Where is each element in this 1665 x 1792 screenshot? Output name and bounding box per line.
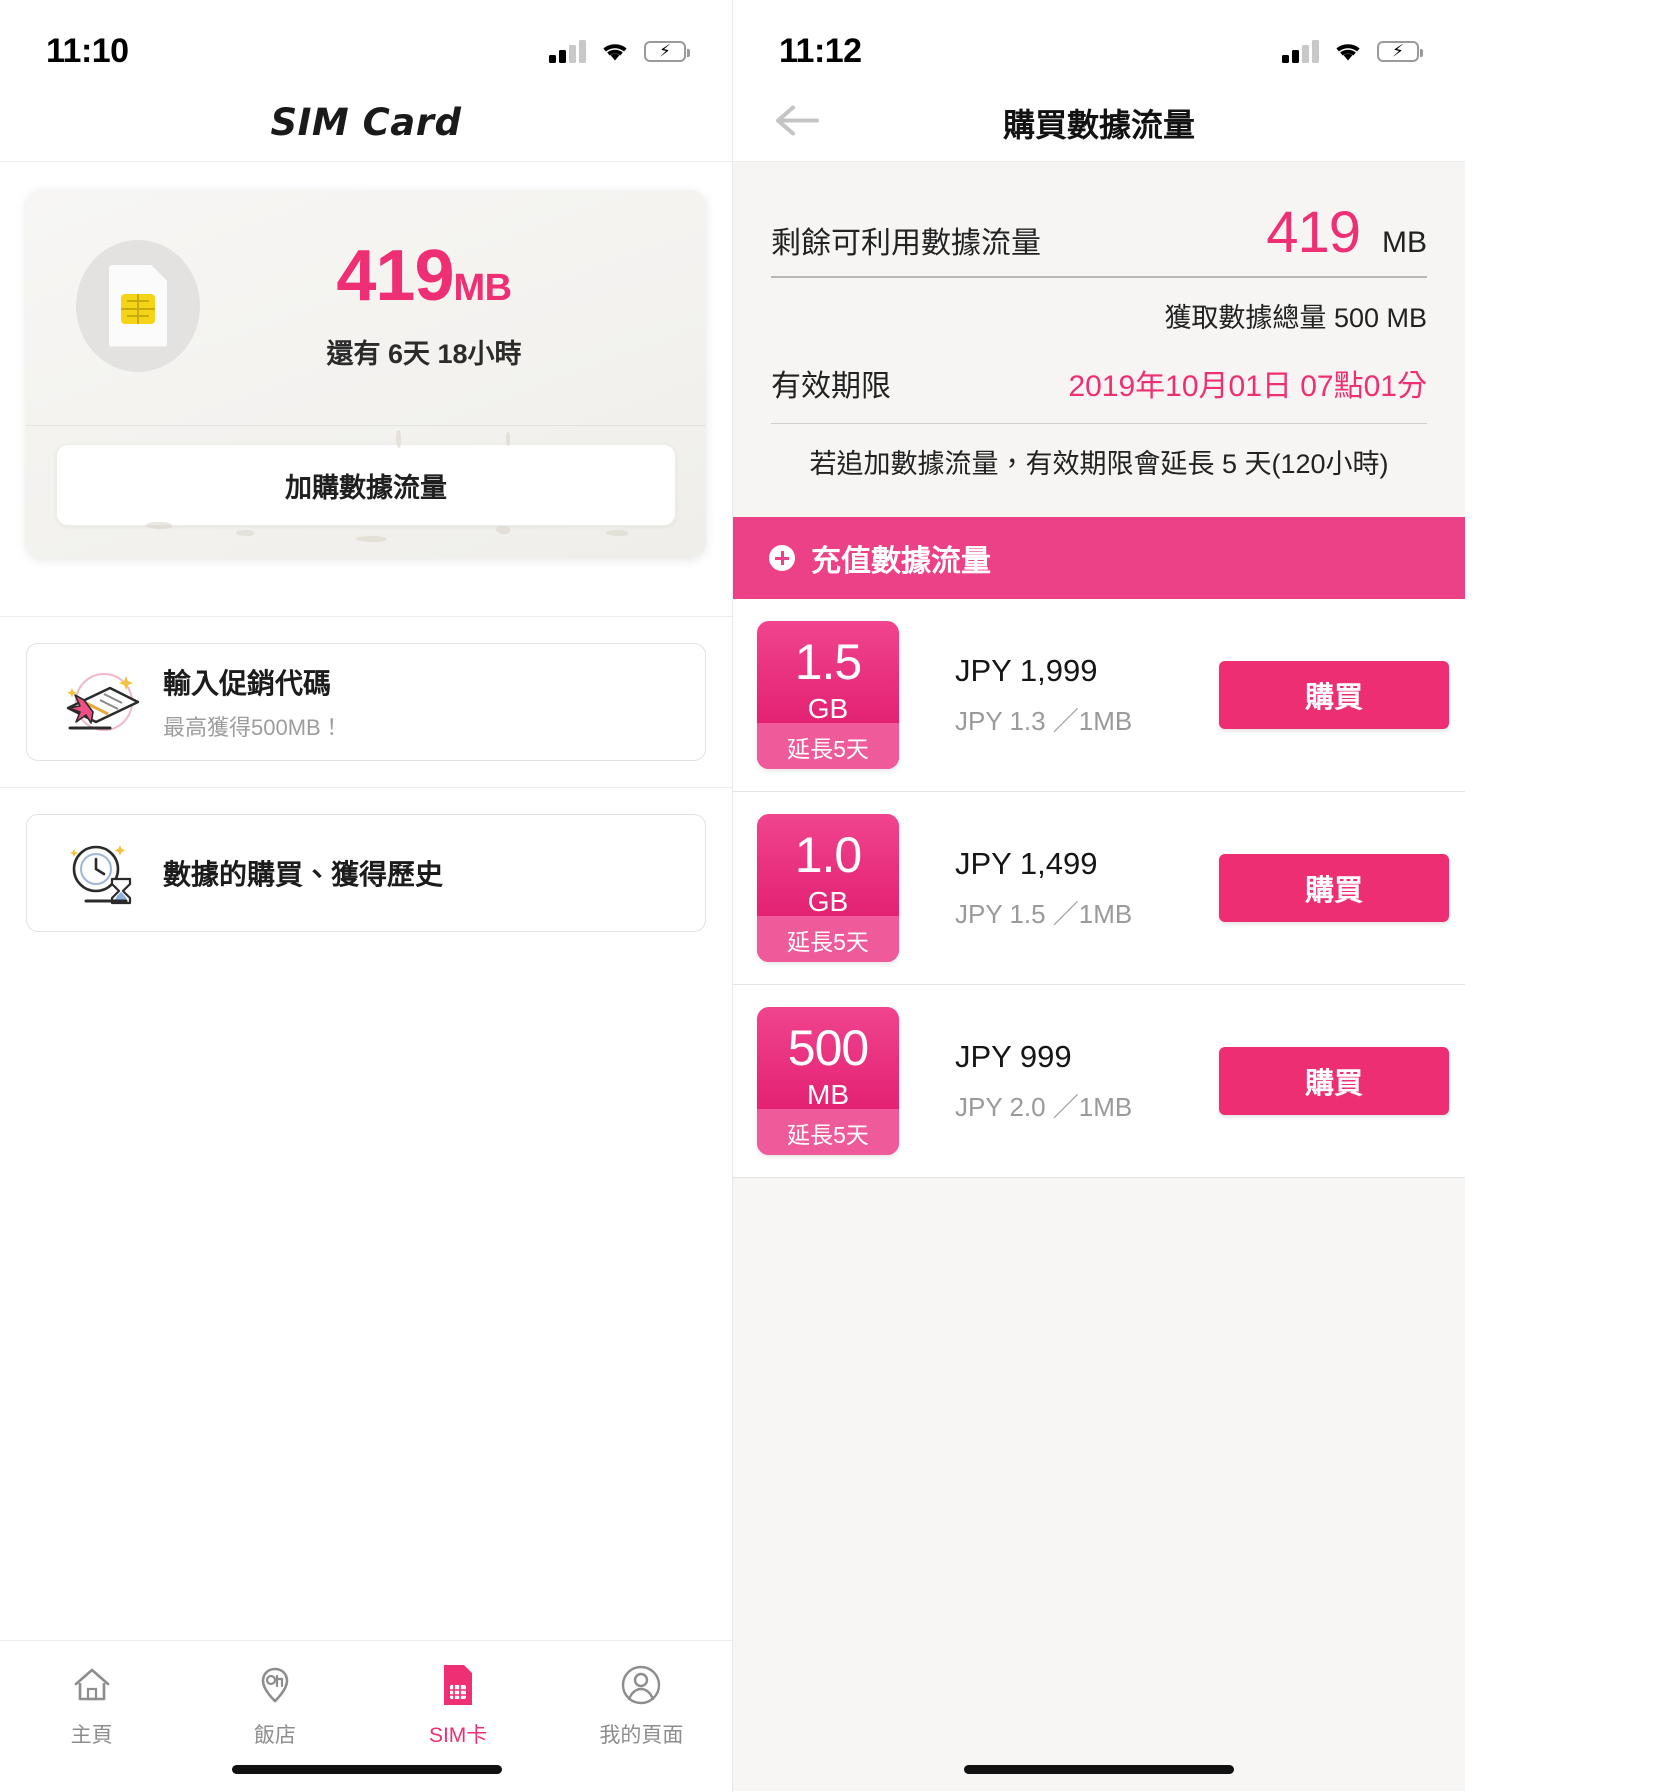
data-readout: 419MB 還有 6天 18小時 xyxy=(200,240,670,371)
battery-charging-icon: ⚡ xyxy=(644,40,690,62)
battery-charging-icon: ⚡ xyxy=(1377,40,1423,62)
page-title: SIM Card xyxy=(270,101,462,144)
cellular-signal-icon xyxy=(1282,39,1319,63)
wifi-icon xyxy=(600,40,630,62)
status-time: 11:12 xyxy=(779,31,862,70)
plan-price-block: JPY 999 JPY 2.0 ／1MB xyxy=(899,1039,1219,1124)
tab-sim-label: SIM卡 xyxy=(428,1724,488,1747)
person-circle-icon xyxy=(620,1663,662,1707)
promo-code-text: 輸入促銷代碼 最高獲得500MB！ xyxy=(163,662,343,742)
status-icons: ⚡ xyxy=(549,39,690,63)
add-data-zone: 加購數據流量 xyxy=(26,426,706,558)
plan-price: JPY 999 xyxy=(955,1038,1072,1074)
buy-data-body: 剩餘可利用數據流量 419 MB 獲取數據總量 500 MB 有效期限 2019… xyxy=(733,162,1465,1791)
plan-row[interactable]: 500 MB 延長5天 JPY 999 JPY 2.0 ／1MB 購買 xyxy=(733,985,1465,1178)
empty-area xyxy=(733,1178,1465,1791)
remaining-value: 419 xyxy=(1266,200,1361,265)
clock-hourglass-icon xyxy=(57,835,149,911)
plan-price-block: JPY 1,999 JPY 1.3 ／1MB xyxy=(899,653,1219,738)
nav-bar-right: 購買數據流量 xyxy=(733,84,1465,162)
plan-rate: JPY 1.3 ／1MB xyxy=(955,705,1133,736)
cellular-signal-icon xyxy=(549,39,586,63)
status-bar-right: 11:12 ⚡ xyxy=(733,0,1465,84)
promo-code-section: 輸入促銷代碼 最高獲得500MB！ xyxy=(0,617,732,787)
dual-screenshot: 11:10 ⚡ SIM Card 419MB 還有 6天 18小時 加購數據流量… xyxy=(0,0,1665,1792)
remaining-row: 剩餘可利用數據流量 419 MB xyxy=(771,188,1427,276)
promo-code-title: 輸入促銷代碼 xyxy=(163,668,332,699)
plan-extend-label: 延長5天 xyxy=(757,1109,899,1155)
buy-data-screen: 11:12 ⚡ 購買數據流量 剩餘可利用數據流量 419 MB 獲取數據總量 5… xyxy=(733,0,1665,1792)
tab-mypage-label: 我的頁面 xyxy=(599,1724,684,1747)
plan-price-block: JPY 1,499 JPY 1.5 ／1MB xyxy=(899,846,1219,931)
add-data-button[interactable]: 加購數據流量 xyxy=(56,444,676,526)
remaining-data-value: 419 xyxy=(336,236,454,316)
tab-home[interactable]: 主頁 xyxy=(0,1641,183,1792)
status-bar-left: 11:10 ⚡ xyxy=(0,0,732,84)
tab-home-label: 主頁 xyxy=(70,1724,113,1747)
sim-card-section: 419MB 還有 6天 18小時 加購數據流量 xyxy=(0,162,732,558)
remaining-amount: 419 MB xyxy=(1266,204,1427,262)
buy-button[interactable]: 購買 xyxy=(1219,661,1449,729)
sim-card-icon xyxy=(76,239,200,372)
history-text: 數據的購買、獲得歷史 xyxy=(163,853,443,893)
expiry-row: 有效期限 2019年10月01日 07點01分 xyxy=(771,355,1427,423)
spacer-1 xyxy=(0,558,732,616)
plus-circle-icon xyxy=(769,545,795,571)
remaining-unit: MB xyxy=(1382,226,1427,259)
remaining-data: 419MB xyxy=(200,240,648,312)
buy-button[interactable]: 購買 xyxy=(1219,1047,1449,1115)
hotel-pin-icon xyxy=(255,1663,295,1707)
expiry-value: 2019年10月01日 07點01分 xyxy=(1068,370,1427,403)
plan-size-badge: 500 MB 延長5天 xyxy=(757,1007,899,1155)
remaining-data-unit: MB xyxy=(453,267,513,309)
plan-extend-label: 延長5天 xyxy=(757,723,899,769)
buy-button[interactable]: 購買 xyxy=(1219,854,1449,922)
promo-code-subtitle: 最高獲得500MB！ xyxy=(163,715,343,740)
nav-bar-left: SIM Card xyxy=(0,84,732,162)
plan-extend-label: 延長5天 xyxy=(757,916,899,962)
remaining-label: 剩餘可利用數據流量 xyxy=(771,227,1041,260)
tab-mypage[interactable]: 我的頁面 xyxy=(550,1641,732,1792)
plan-row[interactable]: 1.5 GB 延長5天 JPY 1,999 JPY 1.3 ／1MB 購買 xyxy=(733,599,1465,792)
data-info-panel: 剩餘可利用數據流量 419 MB 獲取數據總量 500 MB 有效期限 2019… xyxy=(733,162,1465,517)
history-section: 數據的購買、獲得歷史 xyxy=(0,788,732,958)
home-icon xyxy=(72,1663,112,1707)
sim-card-icon xyxy=(440,1663,476,1707)
plan-rate: JPY 1.5 ／1MB xyxy=(955,898,1133,929)
plan-size-unit: GB xyxy=(807,693,849,724)
expiry-label: 有效期限 xyxy=(771,370,891,403)
promo-code-row[interactable]: 輸入促銷代碼 最高獲得500MB！ xyxy=(26,643,706,761)
remaining-time: 還有 6天 18小時 xyxy=(326,339,522,369)
history-title: 數據的購買、獲得歷史 xyxy=(163,859,444,890)
plan-size-badge: 1.5 GB 延長5天 xyxy=(757,621,899,769)
sim-card-screen: 11:10 ⚡ SIM Card 419MB 還有 6天 18小時 加購數據流量… xyxy=(0,0,733,1792)
plan-size-unit: MB xyxy=(807,1079,849,1110)
page-title: 購買數據流量 xyxy=(1002,106,1195,143)
wifi-icon xyxy=(1333,40,1363,62)
status-icons: ⚡ xyxy=(1282,39,1423,63)
plan-size-value: 500 xyxy=(787,1020,869,1076)
recharge-section-title: 充值數據流量 xyxy=(811,545,991,578)
extension-note: 若追加數據流量，有效期限會延長 5 天(120小時) xyxy=(809,449,1389,479)
arrow-left-icon[interactable] xyxy=(773,103,821,142)
sim-status-card: 419MB 還有 6天 18小時 加購數據流量 xyxy=(26,190,706,558)
sim-card-summary: 419MB 還有 6天 18小時 xyxy=(26,190,706,425)
plan-size-unit: GB xyxy=(807,886,849,917)
bottom-tab-bar: 主頁 飯店 SIM卡 我的頁面 xyxy=(0,1640,732,1792)
plan-price: JPY 1,999 xyxy=(955,652,1098,688)
total-data-label: 獲取數據總量 500 MB xyxy=(1164,303,1427,333)
plan-size-badge: 1.0 GB 延長5天 xyxy=(757,814,899,962)
plan-size-value: 1.5 xyxy=(794,634,863,690)
plan-price: JPY 1,499 xyxy=(955,845,1098,881)
gift-envelope-icon xyxy=(57,664,149,740)
home-indicator xyxy=(231,1765,502,1774)
recharge-section-header: 充值數據流量 xyxy=(733,517,1465,599)
home-indicator xyxy=(964,1765,1234,1774)
plan-rate: JPY 2.0 ／1MB xyxy=(955,1091,1133,1122)
plan-row[interactable]: 1.0 GB 延長5天 JPY 1,499 JPY 1.5 ／1MB 購買 xyxy=(733,792,1465,985)
plan-size-value: 1.0 xyxy=(794,827,863,883)
tab-hotel-label: 飯店 xyxy=(253,1724,296,1747)
history-row[interactable]: 數據的購買、獲得歷史 xyxy=(26,814,706,932)
status-time: 11:10 xyxy=(46,31,129,70)
